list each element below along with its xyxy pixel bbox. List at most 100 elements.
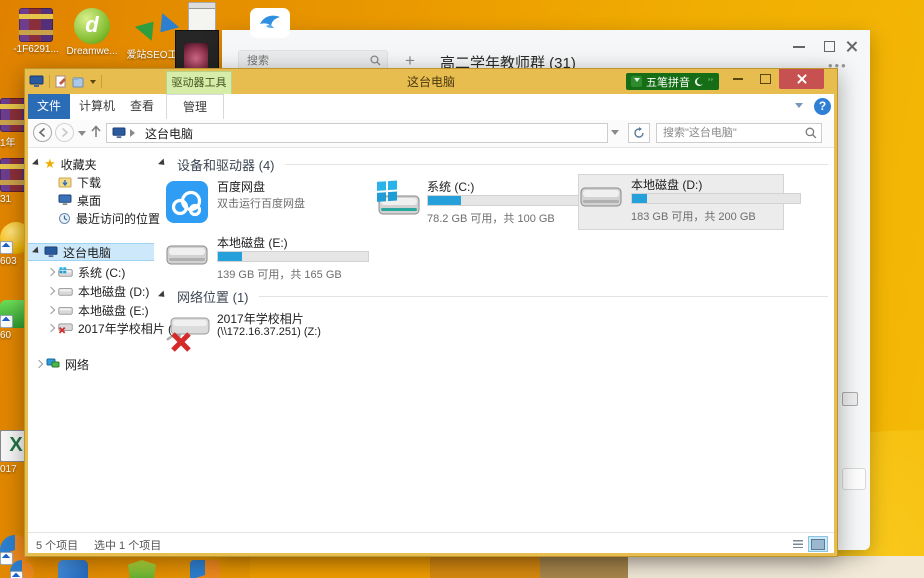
tile-subtitle: (\\172.16.37.251) (Z:) (217, 326, 321, 338)
drive-icon (58, 305, 73, 316)
help-icon[interactable]: ? (814, 98, 831, 115)
tile-drive-e[interactable]: 本地磁盘 (E:) 139 GB 可用，共 165 GB (165, 233, 365, 283)
tile-name: 百度网盘 (217, 178, 265, 195)
system-drive-icon (375, 180, 421, 222)
expander-icon[interactable] (47, 268, 55, 276)
sidebar-item-label: 网络 (65, 356, 89, 373)
tile-name: 系统 (C:) (427, 178, 474, 195)
sidebar-item-this-pc[interactable]: 这台电脑 (28, 243, 154, 261)
drive-icon (579, 178, 623, 214)
maximize-button[interactable] (752, 69, 778, 89)
qq-panel-button[interactable] (842, 468, 866, 490)
sidebar-item-desktop[interactable]: 桌面 (58, 191, 101, 209)
sidebar-item-label: 下载 (77, 174, 101, 191)
desktop-monitor-icon (58, 194, 72, 206)
minimize-button[interactable] (725, 69, 751, 89)
desktop-icon-winrar-2[interactable]: 1年 (0, 98, 26, 149)
tim-app-tab[interactable] (250, 8, 290, 38)
refresh-icon (633, 127, 645, 139)
details-view-button[interactable] (788, 536, 808, 552)
expander-icon[interactable] (32, 246, 44, 258)
desktop-icon-notepad[interactable] (188, 2, 216, 32)
desktop-icon-green-app[interactable]: 60 (0, 300, 26, 341)
expander-icon[interactable] (47, 287, 55, 295)
breadcrumb-location[interactable]: 这台电脑 (145, 125, 193, 142)
sidebar-item-recent-places[interactable]: 最近访问的位置 (58, 209, 160, 227)
expander-icon[interactable] (32, 158, 44, 170)
disk-usage-caption: 183 GB 可用，共 200 GB (631, 208, 756, 224)
tile-network-location-z[interactable]: 2017年学校相片 (\\172.16.37.251) (Z:) (165, 309, 385, 359)
expand-ribbon-icon[interactable] (794, 101, 804, 111)
tile-baidu-netdisk[interactable]: 百度网盘 双击运行百度网盘 (165, 177, 365, 227)
explorer-window: 驱动器工具 这台电脑 五笔拼音 ’’ 文件 计算机 查看 管理 ? (24, 68, 838, 557)
group-title: 设备和驱动器 (4) (177, 155, 275, 174)
disk-usage-bar (217, 251, 369, 262)
refresh-button[interactable] (628, 123, 650, 143)
search-icon (805, 127, 817, 139)
group-title: 网络位置 (1) (177, 287, 249, 306)
wallpaper-shape (628, 556, 924, 578)
sidebar-item-label: 本地磁盘 (E:) (78, 302, 149, 319)
group-header-devices[interactable]: 设备和驱动器 (4) (160, 155, 828, 174)
tile-name: 本地磁盘 (D:) (631, 176, 702, 193)
ribbon-tab-row: 文件 计算机 查看 管理 ? (28, 94, 834, 120)
desktop-icon-qq[interactable]: 603 (0, 222, 26, 267)
tab-computer[interactable]: 计算机 (74, 94, 120, 119)
search-icon (370, 55, 381, 66)
ime-label: 五笔拼音 (646, 74, 690, 90)
search-box (656, 123, 822, 143)
close-icon (795, 72, 809, 86)
divider (285, 164, 828, 165)
group-collapse-icon[interactable] (158, 290, 170, 302)
expander-icon[interactable] (47, 324, 55, 332)
ime-chevron-icon[interactable] (631, 76, 642, 87)
details-view-icon (793, 540, 803, 548)
wallpaper-shape (540, 556, 636, 578)
dreamweaver-icon: d (74, 8, 110, 44)
sidebar-item-system-c[interactable]: 系统 (C:) (46, 263, 125, 281)
group-collapse-icon[interactable] (158, 158, 170, 170)
up-button[interactable] (90, 125, 102, 141)
recent-places-icon (58, 212, 71, 225)
breadcrumb[interactable]: 这台电脑 (106, 123, 608, 143)
qq-minimize-button[interactable] (786, 38, 812, 56)
sidebar-item-local-disk-e[interactable]: 本地磁盘 (E:) (46, 301, 149, 319)
tab-manage[interactable]: 管理 (166, 94, 224, 119)
shortcut-arrow-icon (0, 241, 13, 254)
qq-close-button[interactable] (844, 38, 870, 56)
desktop-icon-dreamweaver[interactable]: d Dreamwe... (62, 8, 122, 57)
expander-icon[interactable] (47, 306, 55, 314)
ime-language-badge[interactable]: 五笔拼音 ’’ (626, 73, 719, 90)
group-header-network-locations[interactable]: 网络位置 (1) (160, 287, 828, 306)
desktop-icon-bottom-1[interactable] (8, 560, 36, 578)
item-count: 5 个项目 (36, 537, 78, 553)
recent-locations-dropdown-icon[interactable] (78, 131, 86, 140)
address-history-dropdown-icon[interactable] (611, 130, 619, 139)
sidebar-item-network[interactable]: 网络 (34, 355, 89, 373)
desktop-icon-label: 1年 (0, 134, 26, 149)
disk-usage-caption: 78.2 GB 可用，共 100 GB (427, 210, 555, 226)
desktop-icon-winrar-3[interactable]: 31 (0, 158, 26, 205)
sidebar-item-downloads[interactable]: 下载 (58, 173, 101, 191)
thumbnail-view-button[interactable] (808, 536, 828, 552)
desktop-icon-bottom-3[interactable] (128, 560, 156, 578)
desktop-icon-winrar[interactable]: -1F6291... (8, 8, 64, 55)
search-input[interactable] (657, 124, 807, 142)
computer-icon (44, 246, 58, 258)
desktop-icon-bottom-4[interactable] (190, 560, 220, 578)
desktop-icon-bottom-2[interactable] (58, 560, 88, 578)
disconnected-drive-icon (165, 312, 211, 352)
tab-file[interactable]: 文件 (28, 94, 70, 119)
qq-maximize-button[interactable] (816, 38, 842, 56)
tab-view[interactable]: 查看 (122, 94, 162, 119)
sidebar-item-local-disk-d[interactable]: 本地磁盘 (D:) (46, 282, 149, 300)
tile-drive-d[interactable]: 本地磁盘 (D:) 183 GB 可用，共 200 GB (578, 174, 784, 230)
forward-button[interactable] (55, 123, 74, 142)
status-bar: 5 个项目 选中 1 个项目 (28, 532, 834, 553)
expander-icon[interactable] (35, 360, 43, 368)
back-button[interactable] (33, 123, 52, 142)
sidebar-item-favorites[interactable]: ★ 收藏夹 (34, 155, 97, 173)
desktop-icon-excel[interactable]: X 017 (0, 430, 26, 475)
tile-drive-c[interactable]: 系统 (C:) 78.2 GB 可用，共 100 GB (375, 177, 575, 227)
close-button[interactable] (779, 69, 824, 89)
